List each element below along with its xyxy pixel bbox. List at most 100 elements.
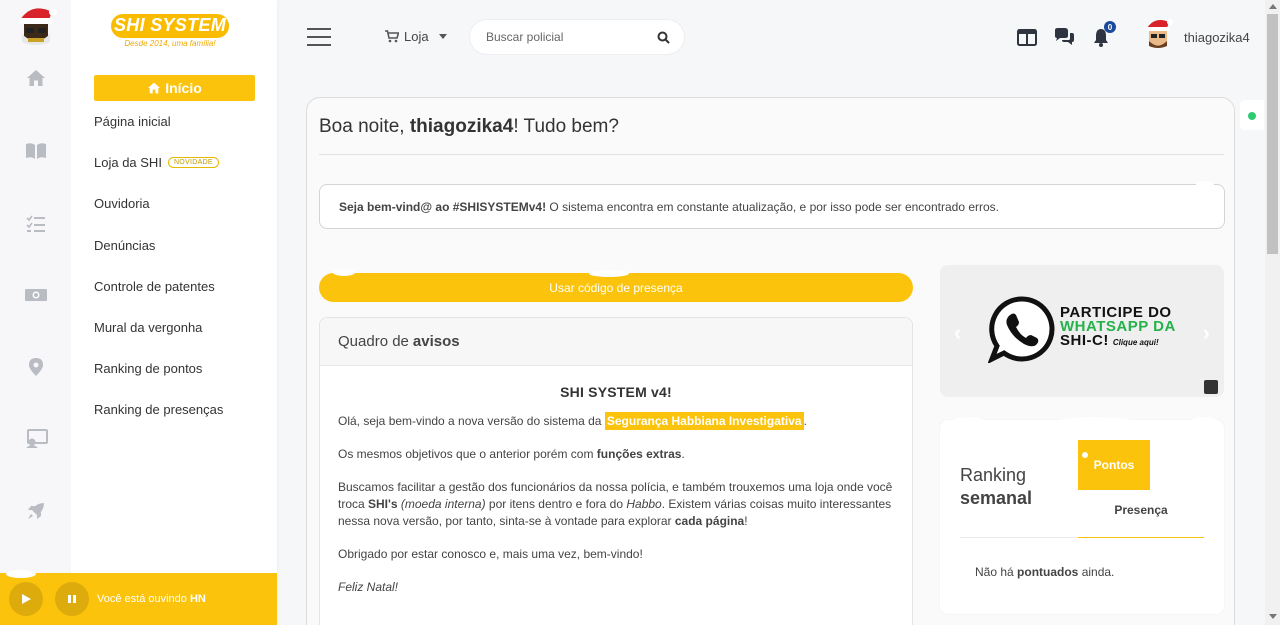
ranking-empty-message: Não há pontuados ainda. xyxy=(975,565,1114,579)
tab-points[interactable]: Pontos xyxy=(1078,440,1150,490)
sidebar: SHI SYSTEM Desde 2014, uma família! Iníc… xyxy=(71,0,277,625)
sidebar-item-ranking-presencas[interactable]: Ranking de presenças xyxy=(94,400,223,441)
whatsapp-icon xyxy=(988,296,1055,363)
home-icon[interactable] xyxy=(24,66,48,90)
sidebar-item-label: Mural da vergonha xyxy=(94,319,203,335)
welcome-alert: Seja bem-vind@ ao #SHISYSTEMv4! O sistem… xyxy=(319,181,1225,229)
sidebar-item-label: Controle de patentes xyxy=(94,278,215,294)
now-playing-text: Você está ouvindo HN xyxy=(97,593,206,605)
sidebar-item-label: Ranking de pontos xyxy=(94,361,203,377)
notice-bold: SHI's xyxy=(368,497,398,511)
notice-paragraph: Buscamos facilitar a gestão dos funcioná… xyxy=(338,479,894,530)
notice-text: Olá, seja bem-vindo a nova versão do sis… xyxy=(338,414,605,428)
notice-text: ! xyxy=(744,514,748,528)
chat-icon[interactable] xyxy=(1053,26,1075,48)
sidebar-item-label: Ranking de presenças xyxy=(94,402,224,418)
carousel-next-icon[interactable]: › xyxy=(1203,320,1210,346)
pause-button[interactable] xyxy=(55,582,89,616)
username[interactable]: thiagozika4 xyxy=(1184,30,1250,45)
search-box xyxy=(469,19,685,55)
play-button[interactable] xyxy=(9,582,43,616)
play-icon xyxy=(22,594,31,604)
greeting-user: thiagozika4 xyxy=(409,116,514,137)
icon-rail xyxy=(0,0,71,625)
tab-divider xyxy=(960,537,1078,538)
sidebar-item-loja[interactable]: Loja da SHI NOVIDADE xyxy=(94,153,223,194)
map-marker-icon[interactable] xyxy=(24,355,48,379)
notification-bell-icon[interactable]: 0 xyxy=(1090,21,1116,48)
banner-line3-wrap: SHI-C! Clique aqui! xyxy=(1060,333,1176,350)
empty-text: ainda. xyxy=(1078,565,1115,579)
sidebar-item-label: Loja da SHI xyxy=(94,155,162,171)
logo-subtitle: Desde 2014, uma família! xyxy=(124,39,216,48)
now-playing-prefix: Você está ouvindo xyxy=(97,593,187,605)
search-input[interactable] xyxy=(486,30,657,44)
notice-paragraph: Feliz Natal! xyxy=(338,579,894,596)
empty-bold: pontuados xyxy=(1017,565,1079,579)
sidebar-item-ranking-pontos[interactable]: Ranking de pontos xyxy=(94,359,223,400)
top-bar: Loja 0 thiagozika4 xyxy=(277,0,1265,75)
notice-version-title: SHI SYSTEM v4! xyxy=(560,384,672,400)
snow-decoration xyxy=(333,269,355,276)
notice-paragraph: Olá, seja bem-vindo a nova versão do sis… xyxy=(338,412,894,430)
book-icon[interactable] xyxy=(24,139,48,163)
scroll-down-icon[interactable] xyxy=(1269,614,1277,619)
caret-down-icon xyxy=(438,34,447,39)
money-icon[interactable] xyxy=(24,283,48,307)
welcome-text: O sistema encontra em constante atualiza… xyxy=(546,199,1000,214)
ranking-title-line2: semanal xyxy=(960,488,1033,508)
brand-logo[interactable]: SHI SYSTEM Desde 2014, uma família! xyxy=(111,14,229,48)
user-avatar[interactable] xyxy=(1143,16,1173,50)
rocket-icon[interactable] xyxy=(24,499,48,523)
sidebar-nav: Página inicial Loja da SHI NOVIDADE Ouvid… xyxy=(94,112,223,442)
page-scrollbar[interactable] xyxy=(1265,0,1280,625)
sidebar-item-mural-vergonha[interactable]: Mural da vergonha xyxy=(94,318,223,359)
notice-board-body: SHI SYSTEM v4! Olá, seja bem-vindo a nov… xyxy=(320,366,912,596)
scroll-up-icon[interactable] xyxy=(1269,4,1277,9)
presence-code-label: Usar código de presença xyxy=(549,280,683,295)
notice-bold: cada página xyxy=(674,514,745,528)
home-icon xyxy=(148,82,161,94)
notice-text: . xyxy=(803,414,807,428)
divider xyxy=(319,154,1224,155)
sidebar-item-controle-patentes[interactable]: Controle de patentes xyxy=(94,277,223,318)
list-check-icon[interactable] xyxy=(24,212,48,236)
sidebar-item-ouvidoria[interactable]: Ouvidoria xyxy=(94,194,223,235)
menu-toggle-icon[interactable] xyxy=(307,28,331,46)
ranking-title-line1: Ranking xyxy=(960,465,1027,485)
radio-player: Você está ouvindo HN xyxy=(0,570,277,625)
whatsapp-banner[interactable]: PARTICIPE DO WHATSAPP DA SHI-C! Clique aq… xyxy=(940,265,1224,397)
shop-dropdown[interactable]: Loja xyxy=(385,29,447,44)
welcome-bold: Seja bem-vind@ ao #SHISYSTEMv4! xyxy=(339,199,547,214)
santa-avatar-icon[interactable] xyxy=(14,2,58,46)
inicio-button[interactable]: Início xyxy=(94,75,255,101)
sidebar-item-denuncias[interactable]: Denúncias xyxy=(94,236,223,277)
settings-small-icon[interactable] xyxy=(1204,380,1218,394)
notice-text: Os mesmos objetivos que o anterior porém… xyxy=(338,447,597,461)
greeting-prefix: Boa noite, xyxy=(319,116,410,137)
sidebar-item-label: Ouvidoria xyxy=(94,196,150,212)
notice-italic: (moeda interna) xyxy=(397,497,486,511)
banner-text: PARTICIPE DO WHATSAPP DA SHI-C! Clique aq… xyxy=(1060,305,1176,350)
weekly-ranking: Ranking semanal Pontos Presença Não há p… xyxy=(940,417,1224,614)
snow-decoration xyxy=(1196,181,1214,187)
notice-board: Quadro de avisos SHI SYSTEM v4! Olá, sej… xyxy=(319,317,913,625)
scroll-thumb[interactable] xyxy=(1267,14,1278,254)
notice-text: por itens dentro e fora do xyxy=(485,497,627,511)
carousel-prev-icon[interactable]: ‹ xyxy=(954,320,961,346)
notification-count: 0 xyxy=(1104,21,1116,33)
sidebar-item-label: Página inicial xyxy=(94,114,171,129)
search-icon[interactable] xyxy=(657,31,670,44)
main-card: Boa noite, thiagozika4! Tudo bem? Seja b… xyxy=(306,97,1235,625)
new-badge: NOVIDADE xyxy=(167,157,219,169)
sidebar-item-pagina-inicial[interactable]: Página inicial xyxy=(94,112,223,153)
snow-decoration xyxy=(589,270,629,277)
layout-columns-icon[interactable] xyxy=(1016,26,1038,48)
snow-decoration xyxy=(6,570,36,578)
tab-presence[interactable]: Presença xyxy=(1078,503,1204,517)
top-icons: 0 xyxy=(1016,21,1127,48)
id-card-icon[interactable] xyxy=(24,427,48,451)
presence-code-button[interactable]: Usar código de presença xyxy=(319,269,913,302)
notice-bold: funções extras xyxy=(596,447,682,461)
notice-paragraph: Os mesmos objetivos que o anterior porém… xyxy=(338,446,894,463)
